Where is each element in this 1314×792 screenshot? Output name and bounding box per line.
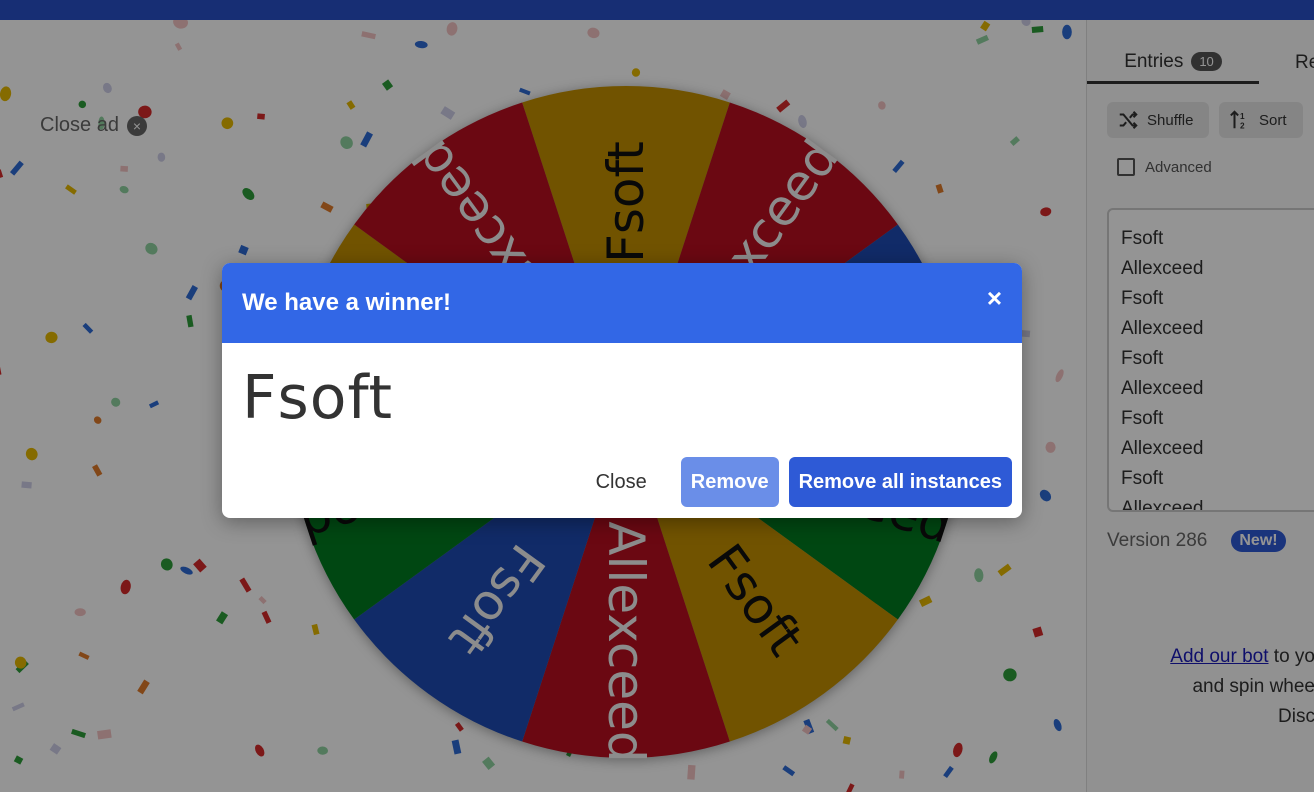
winner-dialog: We have a winner! × Fsoft Close Remove R… — [222, 263, 1022, 518]
winner-name: Fsoft — [242, 363, 394, 433]
remove-button[interactable]: Remove — [680, 457, 779, 507]
close-icon[interactable]: × — [987, 285, 1002, 311]
dialog-header: We have a winner! × — [222, 263, 1022, 343]
remove-all-button[interactable]: Remove all instances — [788, 457, 1012, 507]
dialog-title: We have a winner! — [242, 289, 451, 316]
dialog-actions: Close Remove Remove all instances — [571, 457, 1012, 507]
close-button[interactable]: Close — [571, 457, 671, 507]
